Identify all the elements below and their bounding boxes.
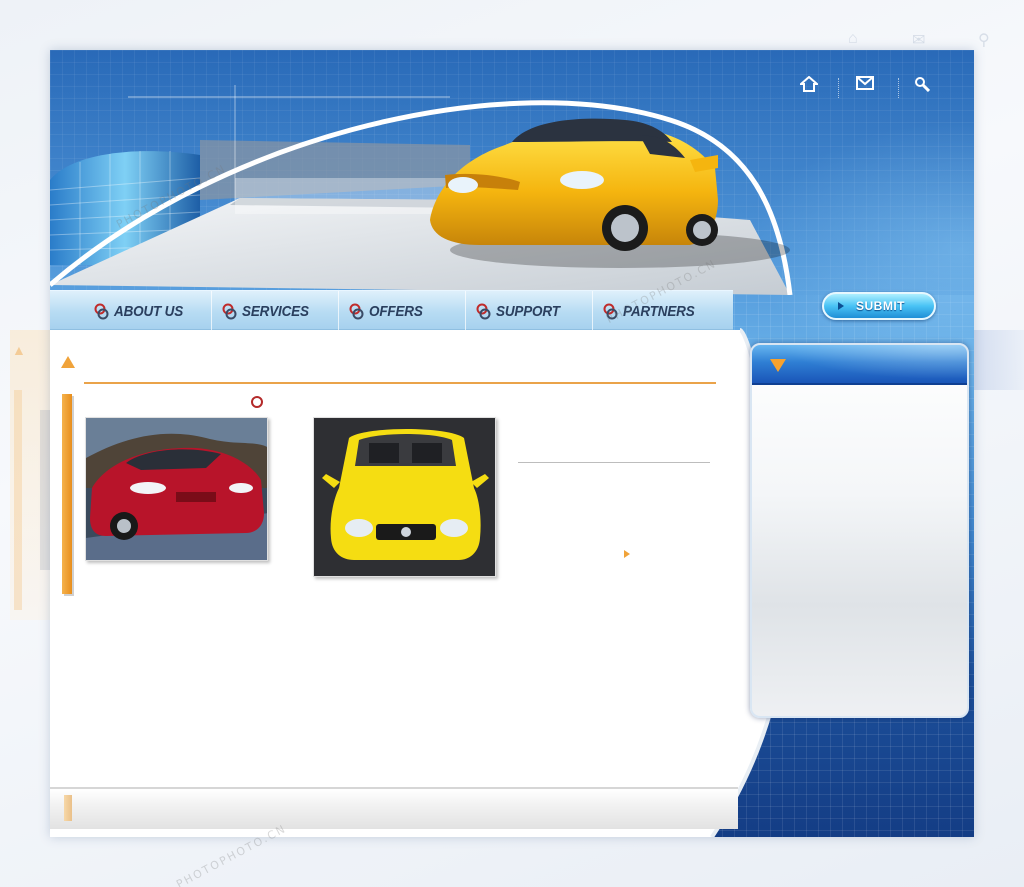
section-arrow-icon	[61, 356, 75, 368]
submit-button[interactable]: SUBMIT	[822, 292, 936, 320]
section-divider	[84, 382, 716, 384]
nav-item-support[interactable]: SUPPORT	[466, 291, 593, 331]
nav-item-about-us[interactable]: ABOUT US	[50, 291, 212, 331]
nav-item-offers[interactable]: OFFERS	[339, 291, 466, 331]
nav-label: OFFERS	[369, 302, 423, 320]
nav-circle-icon	[476, 303, 491, 320]
nav-circle-icon	[222, 303, 237, 320]
side-accent-bar	[62, 394, 72, 594]
yellow-convertible-image	[314, 418, 495, 576]
website-template-frame: ABOUT US SERVICES OFFERS SUPPORT PARTNER…	[50, 50, 974, 837]
circle-marker-icon	[251, 396, 263, 408]
nav-label: SERVICES	[242, 302, 309, 320]
more-arrow-icon[interactable]	[624, 550, 630, 558]
red-sedan-photo[interactable]	[85, 417, 268, 561]
text-divider	[518, 462, 710, 463]
side-panel	[750, 343, 969, 718]
nav-item-services[interactable]: SERVICES	[212, 291, 339, 331]
nav-circle-icon	[94, 303, 109, 320]
dropdown-arrow-icon[interactable]	[770, 359, 786, 372]
footer-bar	[50, 787, 738, 829]
nav-label: SUPPORT	[496, 302, 560, 320]
play-icon	[838, 302, 844, 310]
submit-label: SUBMIT	[856, 299, 905, 313]
yellow-convertible-photo[interactable]	[313, 417, 496, 577]
nav-label: ABOUT US	[114, 302, 184, 320]
background-arrow: ▲	[12, 342, 26, 358]
red-sedan-image	[86, 418, 267, 560]
background-band	[974, 330, 1024, 390]
nav-circle-icon	[349, 303, 364, 320]
